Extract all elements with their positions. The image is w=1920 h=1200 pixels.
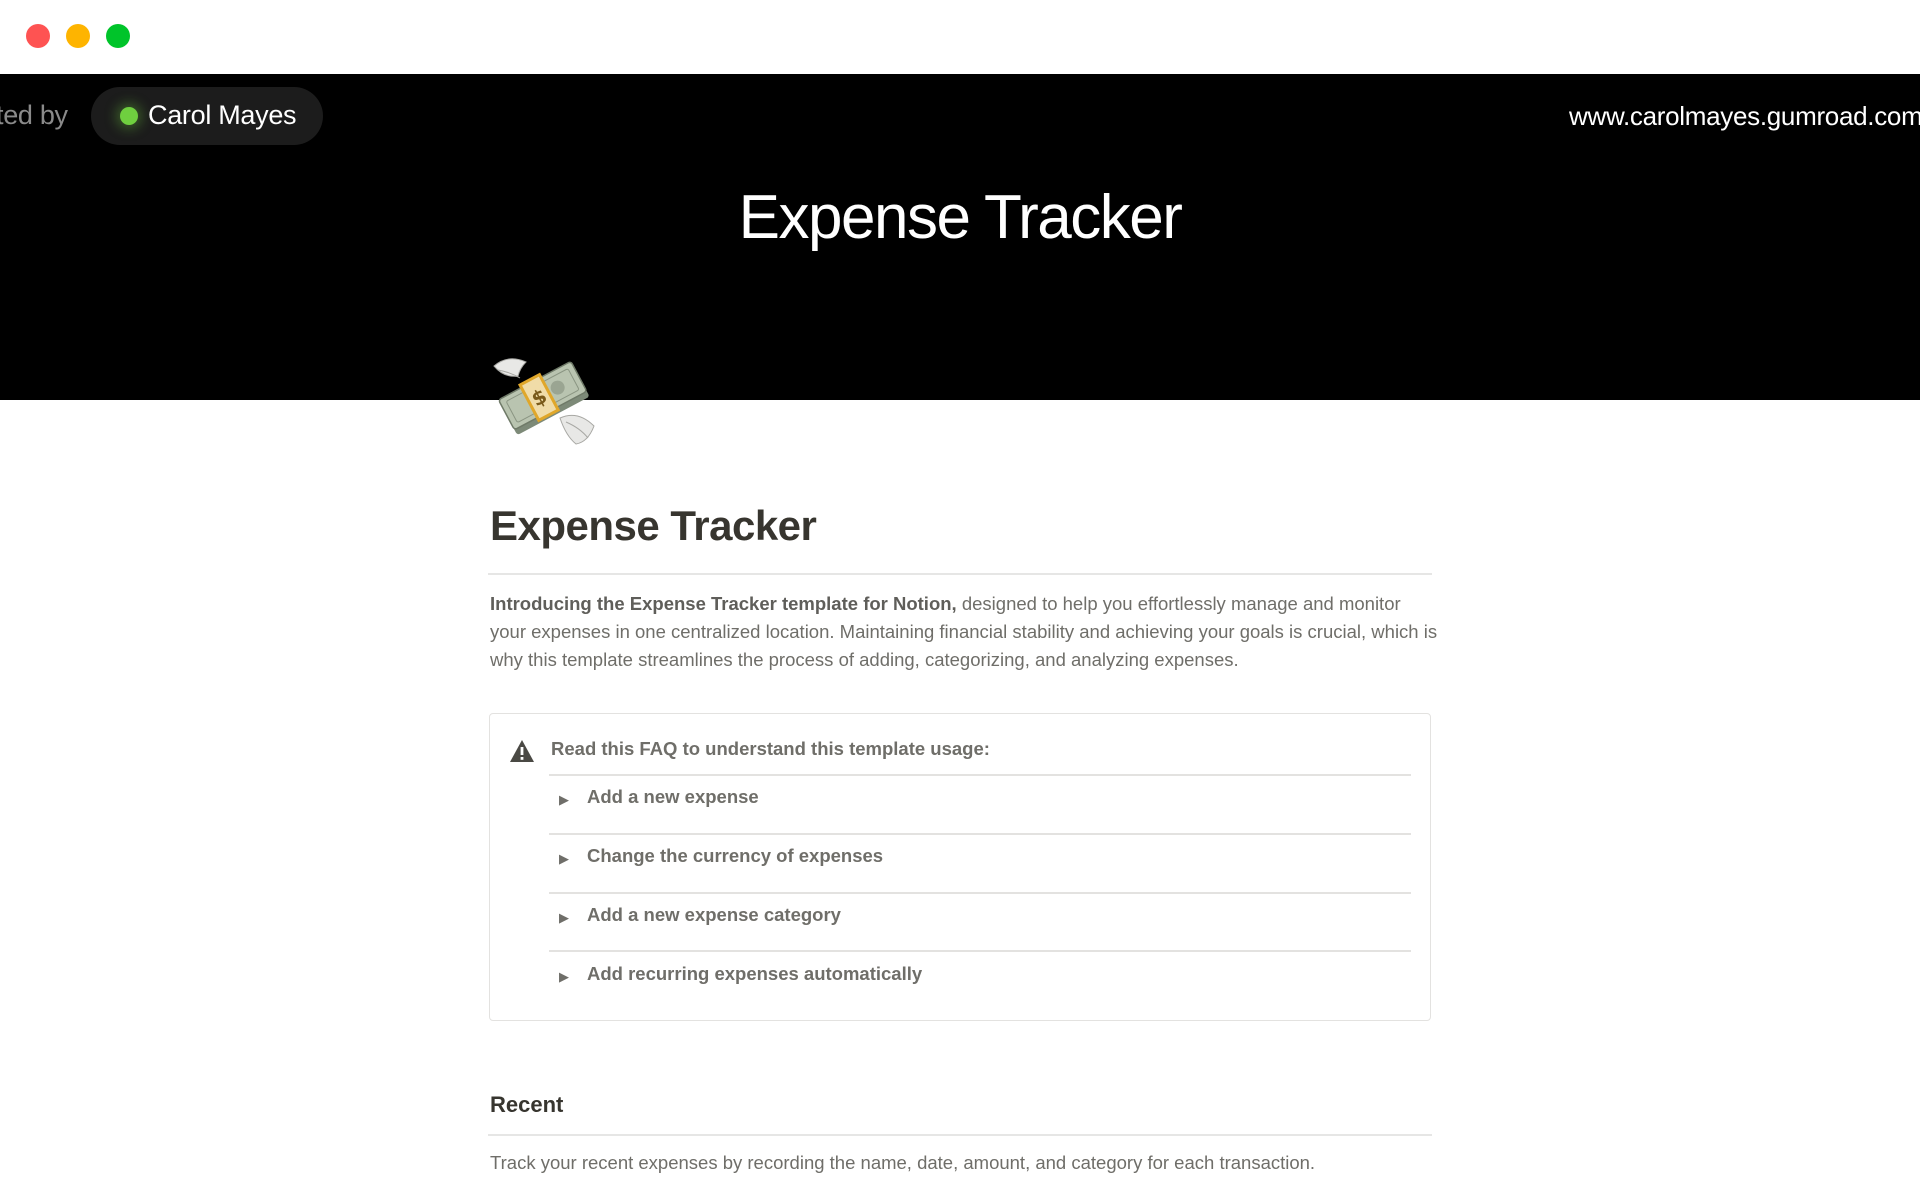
- toggle-label[interactable]: Add a new expense: [587, 786, 759, 808]
- intro-bold-text: Introducing the Expense Tracker template…: [490, 593, 957, 614]
- maximize-window-button[interactable]: [106, 24, 130, 48]
- close-window-button[interactable]: [26, 24, 50, 48]
- divider: [488, 573, 1432, 575]
- window-titlebar: [0, 0, 1920, 74]
- toggle-triangle-icon[interactable]: ▶: [559, 792, 569, 808]
- recent-heading: Recent: [490, 1092, 564, 1117]
- author-name: Carol Mayes: [148, 100, 297, 130]
- intro-paragraph: Introducing the Expense Tracker template…: [490, 590, 1440, 674]
- faq-toggle[interactable]: ▶ Add a new expense: [549, 774, 1411, 832]
- faq-toggle[interactable]: ▶ Change the currency of expenses: [549, 833, 1411, 891]
- author-pill: Carol Mayes: [91, 87, 323, 145]
- author-website: www.carolmayes.gumroad.com: [1569, 101, 1920, 131]
- faq-toggle[interactable]: ▶ Add a new expense category: [549, 892, 1411, 950]
- divider: [488, 1134, 1432, 1136]
- cover-banner: ted by Carol Mayes www.carolmayes.gumroa…: [0, 74, 1920, 400]
- faq-toggle[interactable]: ▶ Add recurring expenses automatically: [549, 951, 1411, 1009]
- minimize-window-button[interactable]: [66, 24, 90, 48]
- recent-description: Track your recent expenses by recording …: [490, 1152, 1316, 1173]
- page-title[interactable]: Expense Tracker: [490, 502, 817, 550]
- toggle-triangle-icon[interactable]: ▶: [559, 969, 569, 985]
- callout-heading: Read this FAQ to understand this templat…: [551, 738, 990, 759]
- created-by-label: ted by: [0, 100, 68, 130]
- toggle-triangle-icon[interactable]: ▶: [559, 910, 569, 926]
- money-with-wings-icon[interactable]: $: [490, 348, 600, 448]
- banner-title: Expense Tracker: [738, 183, 1183, 252]
- faq-callout: Read this FAQ to understand this templat…: [489, 713, 1431, 1021]
- toggle-triangle-icon[interactable]: ▶: [559, 851, 569, 867]
- toggle-label[interactable]: Add a new expense category: [587, 904, 841, 926]
- status-dot-icon: [120, 107, 138, 125]
- warning-icon: [510, 740, 534, 762]
- toggle-label[interactable]: Change the currency of expenses: [587, 845, 883, 867]
- toggle-label[interactable]: Add recurring expenses automatically: [587, 963, 922, 985]
